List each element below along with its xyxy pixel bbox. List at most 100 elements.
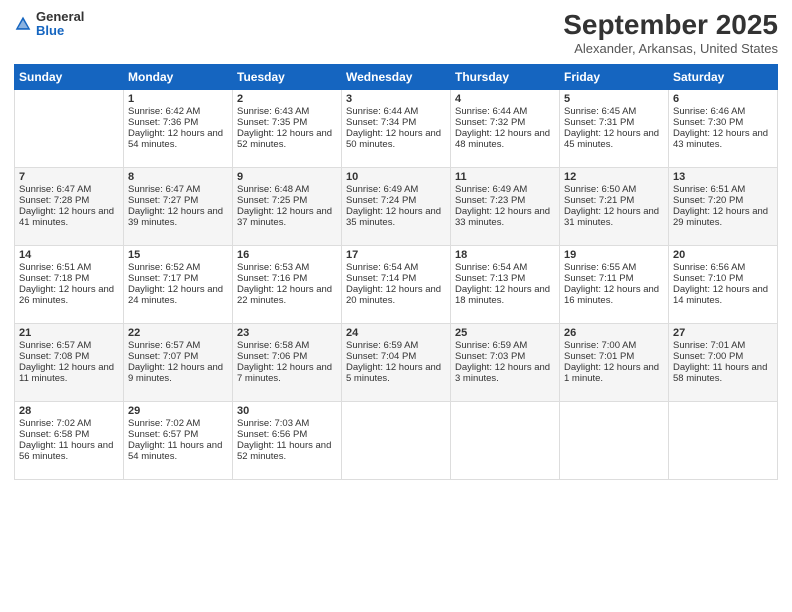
calendar-cell: 15Sunrise: 6:52 AMSunset: 7:17 PMDayligh…: [124, 245, 233, 323]
sunrise-text: Sunrise: 6:53 AM: [237, 262, 337, 273]
week-row-5: 28Sunrise: 7:02 AMSunset: 6:58 PMDayligh…: [15, 401, 778, 479]
sunrise-text: Sunrise: 6:59 AM: [455, 340, 555, 351]
sunrise-text: Sunrise: 6:49 AM: [346, 184, 446, 195]
daylight-text: Daylight: 11 hours and 58 minutes.: [673, 362, 773, 384]
sunrise-text: Sunrise: 6:56 AM: [673, 262, 773, 273]
sunset-text: Sunset: 7:27 PM: [128, 195, 228, 206]
day-number: 16: [237, 249, 337, 261]
logo: General Blue: [14, 10, 84, 39]
weekday-header-tuesday: Tuesday: [233, 64, 342, 89]
daylight-text: Daylight: 12 hours and 33 minutes.: [455, 206, 555, 228]
calendar-cell: [342, 401, 451, 479]
weekday-header-monday: Monday: [124, 64, 233, 89]
daylight-text: Daylight: 12 hours and 11 minutes.: [19, 362, 119, 384]
daylight-text: Daylight: 12 hours and 52 minutes.: [237, 128, 337, 150]
sunset-text: Sunset: 7:00 PM: [673, 351, 773, 362]
calendar-table: SundayMondayTuesdayWednesdayThursdayFrid…: [14, 64, 778, 480]
sunrise-text: Sunrise: 6:59 AM: [346, 340, 446, 351]
daylight-text: Daylight: 12 hours and 31 minutes.: [564, 206, 664, 228]
calendar-cell: 25Sunrise: 6:59 AMSunset: 7:03 PMDayligh…: [451, 323, 560, 401]
sunrise-text: Sunrise: 6:47 AM: [19, 184, 119, 195]
sunrise-text: Sunrise: 6:55 AM: [564, 262, 664, 273]
location: Alexander, Arkansas, United States: [563, 41, 778, 56]
calendar-cell: 7Sunrise: 6:47 AMSunset: 7:28 PMDaylight…: [15, 167, 124, 245]
day-number: 5: [564, 93, 664, 105]
calendar-cell: 17Sunrise: 6:54 AMSunset: 7:14 PMDayligh…: [342, 245, 451, 323]
sunset-text: Sunset: 6:57 PM: [128, 429, 228, 440]
daylight-text: Daylight: 12 hours and 1 minute.: [564, 362, 664, 384]
calendar-cell: 14Sunrise: 6:51 AMSunset: 7:18 PMDayligh…: [15, 245, 124, 323]
sunrise-text: Sunrise: 6:45 AM: [564, 106, 664, 117]
daylight-text: Daylight: 12 hours and 7 minutes.: [237, 362, 337, 384]
sunset-text: Sunset: 7:36 PM: [128, 117, 228, 128]
calendar-cell: [15, 89, 124, 167]
daylight-text: Daylight: 12 hours and 41 minutes.: [19, 206, 119, 228]
sunset-text: Sunset: 6:58 PM: [19, 429, 119, 440]
calendar-cell: 4Sunrise: 6:44 AMSunset: 7:32 PMDaylight…: [451, 89, 560, 167]
sunset-text: Sunset: 7:13 PM: [455, 273, 555, 284]
calendar-cell: 13Sunrise: 6:51 AMSunset: 7:20 PMDayligh…: [669, 167, 778, 245]
day-number: 10: [346, 171, 446, 183]
sunrise-text: Sunrise: 6:52 AM: [128, 262, 228, 273]
calendar-cell: 8Sunrise: 6:47 AMSunset: 7:27 PMDaylight…: [124, 167, 233, 245]
weekday-header-saturday: Saturday: [669, 64, 778, 89]
day-number: 13: [673, 171, 773, 183]
daylight-text: Daylight: 12 hours and 16 minutes.: [564, 284, 664, 306]
sunrise-text: Sunrise: 6:48 AM: [237, 184, 337, 195]
daylight-text: Daylight: 12 hours and 39 minutes.: [128, 206, 228, 228]
sunset-text: Sunset: 7:34 PM: [346, 117, 446, 128]
sunset-text: Sunset: 7:31 PM: [564, 117, 664, 128]
sunset-text: Sunset: 7:25 PM: [237, 195, 337, 206]
weekday-header-wednesday: Wednesday: [342, 64, 451, 89]
header: General Blue September 2025 Alexander, A…: [14, 10, 778, 56]
sunrise-text: Sunrise: 6:49 AM: [455, 184, 555, 195]
sunrise-text: Sunrise: 6:47 AM: [128, 184, 228, 195]
sunset-text: Sunset: 7:10 PM: [673, 273, 773, 284]
day-number: 25: [455, 327, 555, 339]
daylight-text: Daylight: 12 hours and 48 minutes.: [455, 128, 555, 150]
daylight-text: Daylight: 12 hours and 26 minutes.: [19, 284, 119, 306]
sunrise-text: Sunrise: 7:01 AM: [673, 340, 773, 351]
day-number: 12: [564, 171, 664, 183]
daylight-text: Daylight: 12 hours and 9 minutes.: [128, 362, 228, 384]
calendar-cell: 23Sunrise: 6:58 AMSunset: 7:06 PMDayligh…: [233, 323, 342, 401]
sunset-text: Sunset: 7:03 PM: [455, 351, 555, 362]
day-number: 17: [346, 249, 446, 261]
day-number: 30: [237, 405, 337, 417]
sunrise-text: Sunrise: 6:51 AM: [673, 184, 773, 195]
sunrise-text: Sunrise: 6:57 AM: [19, 340, 119, 351]
week-row-3: 14Sunrise: 6:51 AMSunset: 7:18 PMDayligh…: [15, 245, 778, 323]
weekday-header-friday: Friday: [560, 64, 669, 89]
week-row-4: 21Sunrise: 6:57 AMSunset: 7:08 PMDayligh…: [15, 323, 778, 401]
sunrise-text: Sunrise: 6:44 AM: [346, 106, 446, 117]
day-number: 4: [455, 93, 555, 105]
day-number: 1: [128, 93, 228, 105]
calendar-cell: 19Sunrise: 6:55 AMSunset: 7:11 PMDayligh…: [560, 245, 669, 323]
sunset-text: Sunset: 7:32 PM: [455, 117, 555, 128]
day-number: 7: [19, 171, 119, 183]
day-number: 11: [455, 171, 555, 183]
sunset-text: Sunset: 7:08 PM: [19, 351, 119, 362]
day-number: 24: [346, 327, 446, 339]
sunrise-text: Sunrise: 6:42 AM: [128, 106, 228, 117]
calendar-cell: 30Sunrise: 7:03 AMSunset: 6:56 PMDayligh…: [233, 401, 342, 479]
calendar-cell: 21Sunrise: 6:57 AMSunset: 7:08 PMDayligh…: [15, 323, 124, 401]
sunrise-text: Sunrise: 6:46 AM: [673, 106, 773, 117]
sunrise-text: Sunrise: 6:57 AM: [128, 340, 228, 351]
logo-general: General: [36, 10, 84, 24]
title-block: September 2025 Alexander, Arkansas, Unit…: [563, 10, 778, 56]
daylight-text: Daylight: 12 hours and 3 minutes.: [455, 362, 555, 384]
month-title: September 2025: [563, 10, 778, 41]
sunrise-text: Sunrise: 6:54 AM: [455, 262, 555, 273]
daylight-text: Daylight: 11 hours and 56 minutes.: [19, 440, 119, 462]
calendar-cell: 20Sunrise: 6:56 AMSunset: 7:10 PMDayligh…: [669, 245, 778, 323]
sunset-text: Sunset: 7:20 PM: [673, 195, 773, 206]
sunrise-text: Sunrise: 7:02 AM: [19, 418, 119, 429]
week-row-2: 7Sunrise: 6:47 AMSunset: 7:28 PMDaylight…: [15, 167, 778, 245]
day-number: 20: [673, 249, 773, 261]
daylight-text: Daylight: 12 hours and 50 minutes.: [346, 128, 446, 150]
calendar-cell: 6Sunrise: 6:46 AMSunset: 7:30 PMDaylight…: [669, 89, 778, 167]
sunset-text: Sunset: 7:18 PM: [19, 273, 119, 284]
sunset-text: Sunset: 7:07 PM: [128, 351, 228, 362]
calendar-cell: 22Sunrise: 6:57 AMSunset: 7:07 PMDayligh…: [124, 323, 233, 401]
